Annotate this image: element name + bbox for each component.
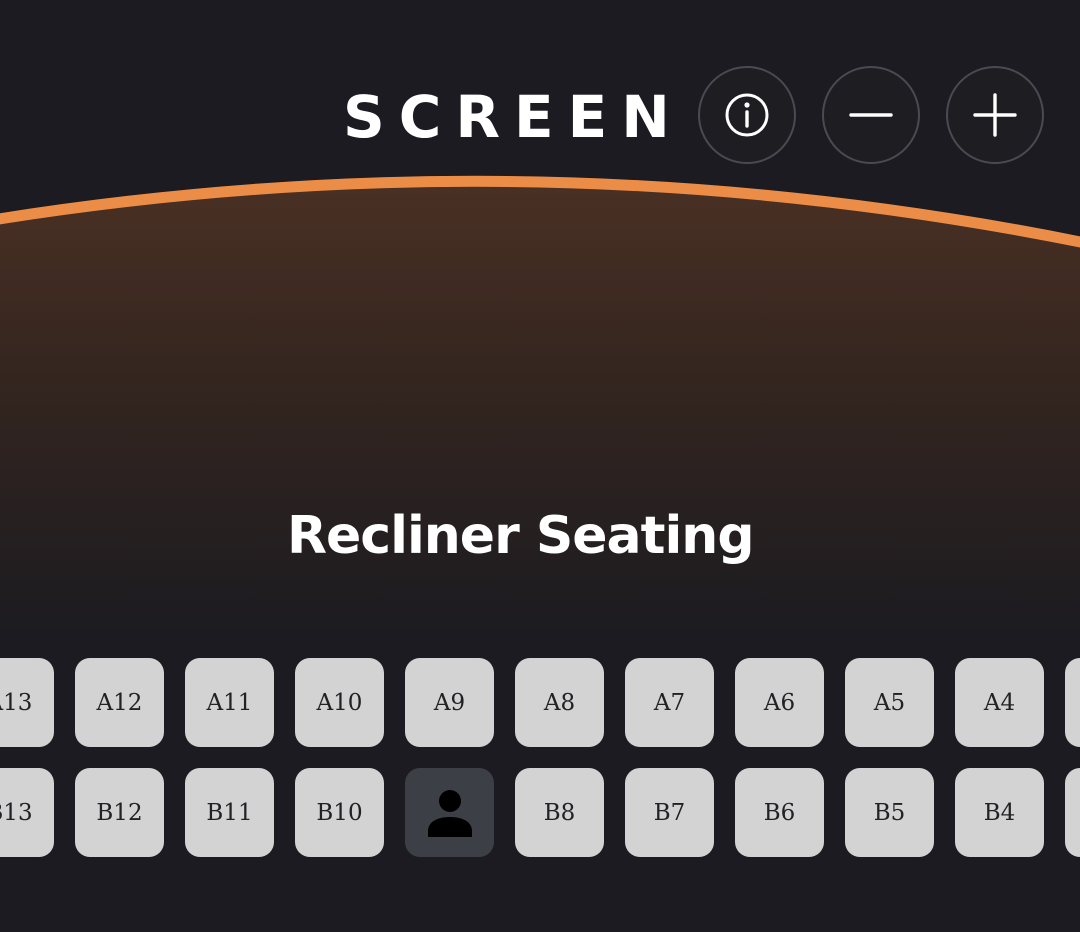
seat-label: B13 (0, 799, 33, 826)
seat-label: A9 (433, 689, 466, 716)
screen-label: SCREEN (343, 83, 684, 151)
seat-b13[interactable]: B13 (0, 768, 54, 857)
minus-icon (849, 113, 893, 117)
seat-b3-partial[interactable] (1065, 768, 1080, 857)
seat-b4[interactable]: B4 (955, 768, 1044, 857)
seat-b7[interactable]: B7 (625, 768, 714, 857)
seat-label: B5 (873, 799, 906, 826)
zoom-in-button[interactable] (946, 66, 1044, 164)
seat-label: A6 (763, 689, 796, 716)
seat-a6[interactable]: A6 (735, 658, 824, 747)
seat-b9-occupied (405, 768, 494, 857)
seat-a7[interactable]: A7 (625, 658, 714, 747)
seat-label: B10 (316, 799, 363, 826)
seat-b8[interactable]: B8 (515, 768, 604, 857)
seat-label: B8 (543, 799, 576, 826)
seat-a12[interactable]: A12 (75, 658, 164, 747)
seat-label: A8 (543, 689, 576, 716)
seat-b11[interactable]: B11 (185, 768, 274, 857)
info-icon (725, 93, 769, 137)
seat-label: A10 (316, 689, 363, 716)
person-icon (427, 789, 472, 837)
seat-a10[interactable]: A10 (295, 658, 384, 747)
seat-a3-partial[interactable] (1065, 658, 1080, 747)
seat-map: SCREEN Recliner Seating A13 A12 A11 A10 … (0, 0, 1080, 932)
zoom-out-button[interactable] (822, 66, 920, 164)
seat-label: A11 (206, 689, 253, 716)
seat-a13[interactable]: A13 (0, 658, 54, 747)
seat-label: B4 (983, 799, 1016, 826)
seat-a4[interactable]: A4 (955, 658, 1044, 747)
seat-b6[interactable]: B6 (735, 768, 824, 857)
seat-b10[interactable]: B10 (295, 768, 384, 857)
seat-label: A7 (653, 689, 686, 716)
seat-label: B11 (206, 799, 253, 826)
seat-a8[interactable]: A8 (515, 658, 604, 747)
seat-label: B12 (96, 799, 143, 826)
seat-label: A5 (873, 689, 906, 716)
seat-a9[interactable]: A9 (405, 658, 494, 747)
seat-a5[interactable]: A5 (845, 658, 934, 747)
info-button[interactable] (698, 66, 796, 164)
seat-label: B6 (763, 799, 796, 826)
seat-label: A4 (983, 689, 1016, 716)
seat-b12[interactable]: B12 (75, 768, 164, 857)
seat-b5[interactable]: B5 (845, 768, 934, 857)
seat-label: A12 (96, 689, 143, 716)
seat-label: B7 (653, 799, 686, 826)
seat-a11[interactable]: A11 (185, 658, 274, 747)
section-title: Recliner Seating (287, 506, 755, 566)
seat-label: A13 (0, 689, 33, 716)
plus-icon (973, 93, 1017, 137)
